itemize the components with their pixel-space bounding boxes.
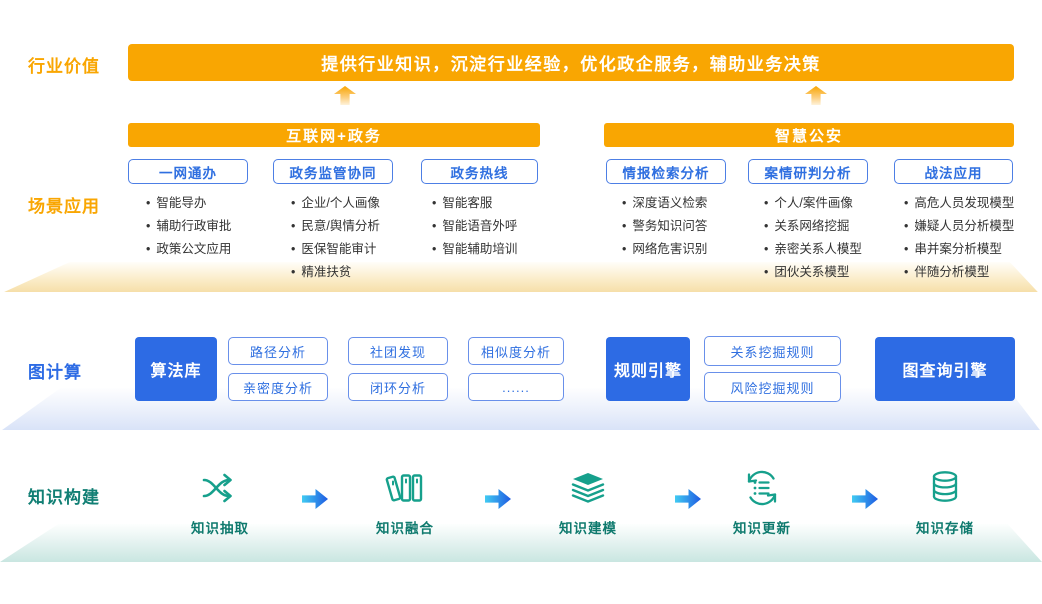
scenario-item: 伴随分析模型 [904, 261, 1014, 284]
scenario-item: 企业/个人画像 [291, 192, 380, 215]
scenario-column-title: 政务监管协同 [273, 159, 393, 184]
scenario-item: 精准扶贫 [291, 261, 380, 284]
rule-pill: 风险挖掘规则 [704, 372, 841, 402]
scenario-item: 智能语音外呼 [432, 215, 517, 238]
knowledge-graph-architecture-diagram: 行业价值 提供行业知识，沉淀行业经验，优化政企服务，辅助业务决策 场景应用 互联… [0, 0, 1042, 604]
scenario-item-list: 智能导办 辅助行政审批 政策公文应用 [146, 192, 231, 261]
shuffle-icon [198, 466, 242, 510]
scenario-item: 深度语义检索 [622, 192, 707, 215]
algo-pill: 路径分析 [228, 337, 328, 365]
scenario-item-list: 企业/个人画像 民意/舆情分析 医保智能审计 精准扶贫 [291, 192, 380, 284]
up-arrow-icon [805, 86, 827, 105]
scenario-item: 高危人员发现模型 [904, 192, 1014, 215]
scenario-item: 亲密关系人模型 [764, 238, 862, 261]
flow-arrow-icon [675, 489, 701, 509]
scenario-platform-shape [0, 262, 1042, 292]
up-arrow-icon [334, 86, 356, 105]
scenario-column-title: 战法应用 [894, 159, 1013, 184]
industry-value-label: 行业价值 [28, 52, 100, 77]
step-label: 知识抽取 [178, 517, 262, 537]
group-header-smart-police: 智慧公安 [604, 123, 1014, 147]
rule-engine-box: 规则引擎 [606, 337, 690, 401]
scenario-item-list: 个人/案件画像 关系网络挖掘 亲密关系人模型 团伙关系模型 [764, 192, 862, 284]
scenario-item-list: 高危人员发现模型 嫌疑人员分析模型 串并案分析模型 伴随分析模型 [904, 192, 1014, 284]
scenario-column-title: 案情研判分析 [748, 159, 868, 184]
algo-pill: ...... [468, 373, 564, 401]
flow-arrow-icon [852, 489, 878, 509]
group-header-internet-gov: 互联网+政务 [128, 123, 540, 147]
scenario-item: 政策公文应用 [146, 238, 231, 261]
scenario-column-title: 一网通办 [128, 159, 248, 184]
refresh-list-icon [740, 466, 784, 510]
graph-query-engine-box: 图查询引擎 [875, 337, 1015, 401]
knowledge-platform-shape [0, 524, 1042, 562]
scenario-item: 个人/案件画像 [764, 192, 862, 215]
scenario-item-list: 深度语义检索 警务知识问答 网络危害识别 [622, 192, 707, 261]
scenario-label: 场景应用 [28, 192, 100, 217]
scenario-item: 智能客服 [432, 192, 517, 215]
flow-arrow-icon [485, 489, 511, 509]
book-stack-icon [566, 466, 610, 510]
scenario-item: 民意/舆情分析 [291, 215, 380, 238]
industry-value-banner: 提供行业知识，沉淀行业经验，优化政企服务，辅助业务决策 [128, 44, 1014, 81]
algo-pill: 亲密度分析 [228, 373, 328, 401]
scenario-item: 智能导办 [146, 192, 231, 215]
scenario-item: 警务知识问答 [622, 215, 707, 238]
scenario-item-list: 智能客服 智能语音外呼 智能辅助培训 [432, 192, 517, 261]
scenario-item: 网络危害识别 [622, 238, 707, 261]
scenario-column-title: 情报检索分析 [606, 159, 726, 184]
step-label: 知识建模 [546, 517, 630, 537]
scenario-column-title: 政务热线 [421, 159, 538, 184]
step-label: 知识融合 [363, 517, 447, 537]
knowledge-label: 知识构建 [28, 483, 100, 508]
algorithm-library-box: 算法库 [135, 337, 217, 401]
database-icon [923, 466, 967, 510]
algo-pill: 社团发现 [348, 337, 448, 365]
scenario-item: 嫌疑人员分析模型 [904, 215, 1014, 238]
step-label: 知识更新 [720, 517, 804, 537]
algo-pill: 闭环分析 [348, 373, 448, 401]
scenario-item: 医保智能审计 [291, 238, 380, 261]
scenario-item: 辅助行政审批 [146, 215, 231, 238]
flow-arrow-icon [302, 489, 328, 509]
step-label: 知识存储 [903, 517, 987, 537]
scenario-item: 串并案分析模型 [904, 238, 1014, 261]
scenario-item: 智能辅助培训 [432, 238, 517, 261]
scenario-item: 团伙关系模型 [764, 261, 862, 284]
graph-compute-label: 图计算 [28, 358, 82, 383]
rule-pill: 关系挖掘规则 [704, 336, 841, 366]
algo-pill: 相似度分析 [468, 337, 564, 365]
scenario-item: 关系网络挖掘 [764, 215, 862, 238]
books-icon [383, 466, 427, 510]
